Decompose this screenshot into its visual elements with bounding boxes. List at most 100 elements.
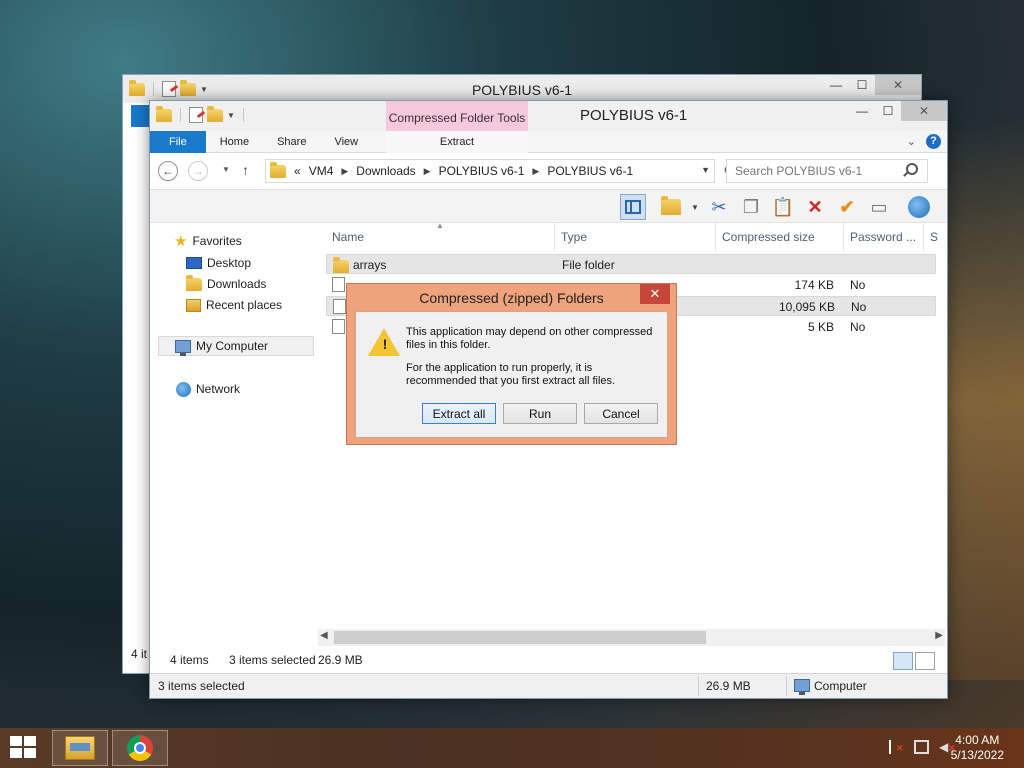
- row-size: 10,095 KB: [778, 300, 835, 314]
- tab-extract[interactable]: Extract: [386, 131, 528, 153]
- back-close-button[interactable]: ✕: [875, 75, 921, 95]
- back-titlebar[interactable]: ▼ POLYBIUS v6-1 — ☐ ✕: [123, 75, 921, 103]
- qat-dropdown-icon[interactable]: ▼: [227, 111, 235, 120]
- nav-favorites[interactable]: ★ Favorites: [174, 231, 242, 251]
- back-window-title: POLYBIUS v6-1: [471, 82, 573, 98]
- windows-logo-icon: [24, 748, 36, 758]
- large-icons-view-icon[interactable]: [915, 652, 935, 670]
- preview-pane-icon[interactable]: [620, 194, 646, 220]
- cut-icon[interactable]: ✂: [706, 194, 732, 220]
- extract-all-button[interactable]: Extract all: [422, 403, 496, 424]
- folder-icon: [156, 105, 172, 122]
- back-button[interactable]: ←: [158, 161, 178, 181]
- nav-downloads[interactable]: Downloads: [186, 274, 266, 294]
- quick-access-toolbar: ▼: [156, 105, 248, 123]
- search-input[interactable]: [726, 159, 928, 183]
- maximize-button[interactable]: ☐: [875, 101, 901, 121]
- globe-icon[interactable]: [906, 194, 932, 220]
- tab-view[interactable]: View: [320, 131, 372, 153]
- folder-options-icon[interactable]: [658, 194, 684, 220]
- scroll-right-icon[interactable]: ▶: [935, 630, 943, 641]
- new-folder-icon[interactable]: [207, 105, 223, 122]
- nav-recent-places[interactable]: Recent places: [186, 295, 282, 315]
- back-window-controls: — ☐ ✕: [823, 75, 921, 95]
- expand-ribbon-icon[interactable]: ⌄: [907, 135, 916, 148]
- network-tray-icon[interactable]: [914, 740, 929, 754]
- rename-icon[interactable]: ▭: [866, 194, 892, 220]
- back-minimize-button[interactable]: —: [823, 75, 849, 95]
- selected-size: 26.9 MB: [318, 653, 363, 667]
- properties-icon[interactable]: [189, 107, 203, 123]
- forward-button[interactable]: →: [188, 161, 208, 181]
- status-separator: [698, 676, 699, 696]
- file-explorer-icon: [65, 736, 95, 760]
- star-icon: ★: [174, 233, 188, 250]
- organize-dropdown-icon[interactable]: ▼: [682, 194, 708, 220]
- sort-ascending-icon: ▲: [436, 221, 444, 230]
- up-button[interactable]: ↑: [242, 162, 249, 178]
- cancel-button[interactable]: Cancel: [584, 403, 658, 424]
- scroll-left-icon[interactable]: ◀: [320, 630, 328, 641]
- nav-desktop[interactable]: Desktop: [186, 253, 251, 273]
- crumb-polybius-zip[interactable]: POLYBIUS v6-1: [439, 164, 525, 178]
- crumb-separator-icon[interactable]: ▶: [341, 166, 348, 177]
- command-toolbar: ▼ ✂ ❐ 📋 ✕ ✔ ▭: [150, 189, 947, 223]
- computer-icon: [794, 679, 810, 695]
- col-password[interactable]: Password ...: [844, 223, 924, 251]
- navigation-pane: ★ Favorites Desktop Downloads Recent pla…: [150, 223, 320, 628]
- scrollbar-thumb[interactable]: [334, 631, 706, 644]
- tab-share[interactable]: Share: [263, 131, 320, 153]
- compressed-folders-dialog[interactable]: Compressed (zipped) Folders ✕ ! This app…: [346, 283, 677, 445]
- paste-icon[interactable]: 📋: [770, 194, 796, 220]
- dialog-title: Compressed (zipped) Folders: [419, 290, 604, 306]
- copy-icon[interactable]: ❐: [738, 194, 764, 220]
- folder-icon: [333, 257, 349, 273]
- row-password: No: [850, 278, 866, 292]
- nav-network[interactable]: Network: [176, 379, 240, 399]
- clock[interactable]: 4:00 AM 5/13/2022: [951, 733, 1004, 763]
- col-compressed-size[interactable]: Compressed size: [716, 223, 844, 251]
- nav-downloads-label: Downloads: [207, 277, 267, 291]
- address-row: ← → ▼ ↑ « VM4 ▶ Downloads ▶ POLYBIUS v6-…: [150, 153, 947, 189]
- col-size[interactable]: Si: [924, 223, 938, 251]
- windows-logo-icon: [10, 736, 22, 746]
- action-center-icon[interactable]: [889, 740, 904, 754]
- back-maximize-button[interactable]: ☐: [849, 75, 875, 95]
- tab-home[interactable]: Home: [206, 131, 263, 153]
- run-button[interactable]: Run: [503, 403, 577, 424]
- address-dropdown-icon[interactable]: ▼: [701, 165, 710, 175]
- titlebar[interactable]: ▼ Compressed Folder Tools POLYBIUS v6-1 …: [150, 101, 947, 131]
- crumb-downloads[interactable]: Downloads: [356, 164, 415, 178]
- crumb-separator-icon[interactable]: ▶: [532, 166, 539, 177]
- search-icon[interactable]: [906, 163, 918, 175]
- taskbar-chrome[interactable]: [112, 730, 168, 766]
- minimize-button[interactable]: —: [849, 101, 875, 121]
- col-type[interactable]: Type: [555, 223, 716, 251]
- start-button[interactable]: [10, 736, 38, 760]
- crumb-vm4[interactable]: VM4: [309, 164, 334, 178]
- close-button[interactable]: ✕: [901, 101, 947, 121]
- ribbon-right-controls: ⌄ ?: [907, 134, 941, 149]
- dialog-close-button[interactable]: ✕: [640, 284, 670, 304]
- application-file-icon: [333, 299, 346, 314]
- help-icon[interactable]: ?: [926, 134, 941, 149]
- nav-my-computer[interactable]: My Computer: [158, 336, 314, 356]
- delete-icon[interactable]: ✕: [802, 194, 828, 220]
- crumb-overflow[interactable]: «: [294, 164, 301, 178]
- crumb-polybius-folder[interactable]: POLYBIUS v6-1: [547, 164, 633, 178]
- nav-favorites-label: Favorites: [192, 234, 242, 248]
- table-row[interactable]: arrays File folder: [326, 254, 936, 274]
- system-tray: [889, 740, 956, 754]
- crumb-separator-icon[interactable]: ▶: [424, 166, 431, 177]
- status-bar: 3 items selected 26.9 MB Computer: [150, 673, 947, 698]
- dialog-message-1: This application may depend on other com…: [406, 326, 653, 351]
- checkmark-icon[interactable]: ✔: [834, 194, 860, 220]
- address-bar[interactable]: « VM4 ▶ Downloads ▶ POLYBIUS v6-1 ▶ POLY…: [265, 159, 715, 183]
- details-view-icon[interactable]: [893, 652, 913, 670]
- horizontal-scrollbar[interactable]: ◀ ▶: [318, 629, 945, 646]
- recent-locations-icon[interactable]: ▼: [222, 165, 230, 174]
- clock-time: 4:00 AM: [955, 733, 1000, 747]
- tab-file[interactable]: File: [150, 131, 206, 153]
- item-count: 4 items: [170, 653, 209, 667]
- taskbar-file-explorer[interactable]: [52, 730, 108, 766]
